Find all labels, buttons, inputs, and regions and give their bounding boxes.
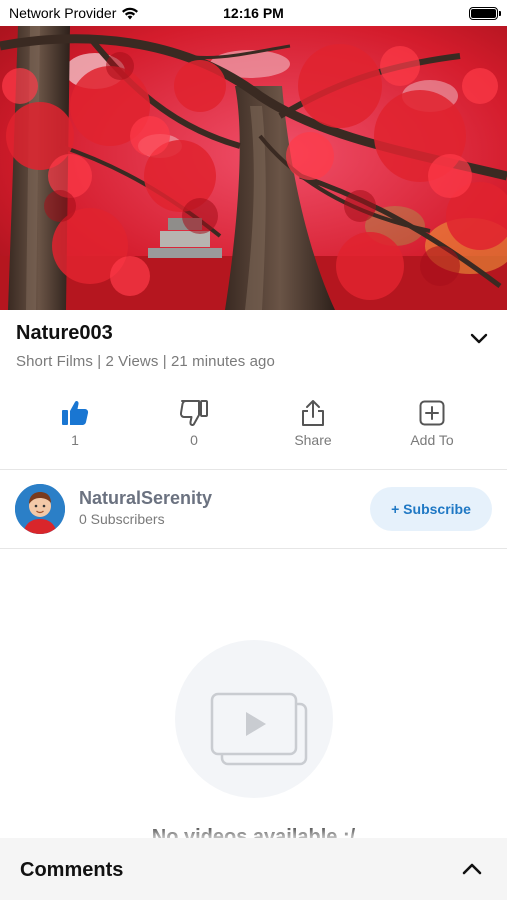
battery-icon — [469, 7, 501, 20]
thumbs-up-icon — [62, 400, 89, 425]
share-button[interactable]: Share — [273, 398, 353, 448]
divider — [0, 469, 507, 470]
comments-title: Comments — [20, 859, 124, 881]
like-count: 1 — [71, 432, 79, 448]
status-time: 12:16 PM — [223, 5, 284, 21]
red-maple-forest-image — [0, 26, 507, 310]
add-to-label: Add To — [410, 432, 454, 448]
video-actions: 1 0 Share Add To — [0, 398, 507, 458]
dislike-count: 0 — [190, 432, 198, 448]
add-box-icon — [419, 400, 445, 426]
video-library-icon — [210, 692, 308, 766]
comments-sheet[interactable]: Comments — [0, 838, 507, 900]
add-to-button[interactable]: Add To — [392, 398, 472, 448]
channel-name[interactable]: NaturalSerenity — [79, 488, 212, 509]
dislike-button[interactable]: 0 — [154, 398, 234, 448]
like-button[interactable]: 1 — [35, 398, 115, 448]
avatar-image — [15, 484, 65, 534]
chevron-up-icon[interactable] — [461, 860, 483, 878]
divider — [0, 548, 507, 549]
chevron-down-icon[interactable] — [469, 330, 489, 346]
video-meta: Short Films | 2 Views | 21 minutes ago — [16, 353, 275, 370]
video-player[interactable] — [0, 26, 507, 310]
status-bar: Network Provider 12:16 PM — [0, 0, 507, 26]
share-icon — [302, 400, 324, 426]
avatar[interactable] — [15, 484, 65, 534]
subscribe-button[interactable]: + Subscribe — [370, 487, 492, 531]
video-title: Nature003 — [16, 322, 113, 344]
channel-subscriber-count: 0 Subscribers — [79, 511, 165, 527]
share-label: Share — [294, 432, 332, 448]
thumbs-down-icon — [179, 400, 208, 427]
